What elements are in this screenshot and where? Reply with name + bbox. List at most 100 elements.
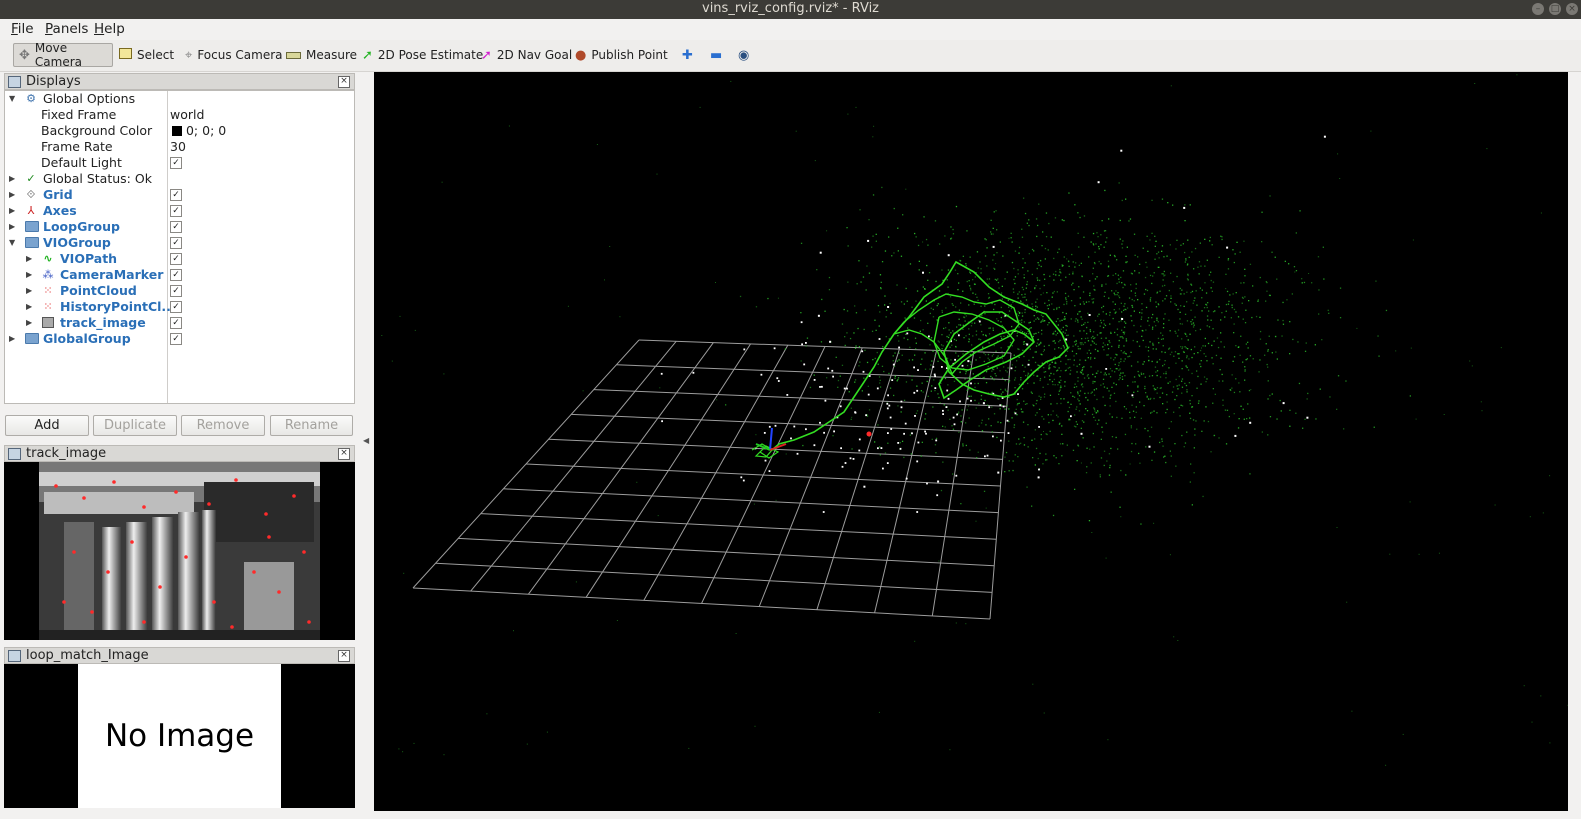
expand-arrow-icon[interactable]: ▼	[9, 235, 15, 251]
tree-row-track-image[interactable]: ▶ track_image ✓	[5, 315, 354, 331]
cloud-point	[879, 386, 882, 388]
cloud-point	[1049, 379, 1051, 381]
cameramarker-checkbox[interactable]: ✓	[170, 269, 182, 281]
menu-panels[interactable]: Panels	[45, 21, 88, 37]
tree-row-historypointcloud[interactable]: ▶ ⁙ HistoryPointCl... ✓	[5, 299, 354, 315]
maximize-button[interactable]: □	[1549, 3, 1561, 15]
globalgroup-checkbox[interactable]: ✓	[170, 333, 182, 345]
pointcloud-checkbox[interactable]: ✓	[170, 285, 182, 297]
scene-canvas[interactable]	[374, 72, 1568, 811]
viogroup-checkbox[interactable]: ✓	[170, 237, 182, 249]
view-options-button[interactable]: ◉	[733, 43, 759, 67]
tree-row-frame-rate[interactable]: Frame Rate 30	[5, 139, 354, 155]
publish-point-tool[interactable]: ● Publish Point	[570, 43, 673, 67]
tree-row-background-color[interactable]: Background Color 0; 0; 0	[5, 123, 354, 139]
2d-pose-estimate-tool[interactable]: ➚ 2D Pose Estimate	[357, 43, 488, 67]
minimize-button[interactable]: –	[1532, 3, 1544, 15]
close-icon[interactable]: ×	[338, 650, 350, 662]
grid-line	[458, 537, 995, 567]
cloud-point	[1006, 371, 1008, 373]
select-tool[interactable]: Select	[114, 43, 179, 67]
current-point	[935, 439, 938, 442]
cloud-point	[960, 503, 962, 505]
cloud-point	[1151, 328, 1154, 330]
cloud-point	[1158, 266, 1160, 268]
focus-camera-tool[interactable]: ⌖ Focus Camera	[180, 43, 288, 67]
cloud-point	[861, 390, 863, 392]
default-light-checkbox[interactable]: ✓	[170, 157, 182, 169]
cloud-point	[1389, 553, 1391, 555]
collapse-arrow-icon[interactable]: ▶	[9, 203, 15, 219]
viopath-checkbox[interactable]: ✓	[170, 253, 182, 265]
tree-row-viopath[interactable]: ▶ ∿ VIOPath ✓	[5, 251, 354, 267]
cloud-point	[1039, 259, 1042, 262]
cloud-point	[1042, 315, 1044, 318]
move-camera-tool[interactable]: ✥ Move Camera	[13, 41, 113, 69]
current-point	[1000, 439, 1002, 442]
collapse-dock-icon[interactable]: ◀	[363, 436, 369, 445]
collapse-arrow-icon[interactable]: ▶	[9, 187, 15, 203]
tree-row-default-light[interactable]: Default Light ✓	[5, 155, 354, 171]
tree-row-pointcloud[interactable]: ▶ ⁙ PointCloud ✓	[5, 283, 354, 299]
cloud-point	[1073, 289, 1075, 291]
tree-row-grid[interactable]: ▶ ⟐ Grid ✓	[5, 187, 354, 203]
tree-row-global-options[interactable]: ▼ ⚙ Global Options	[5, 91, 354, 107]
menu-help[interactable]: Help	[94, 21, 125, 37]
cloud-point	[967, 405, 969, 407]
current-point	[796, 452, 799, 455]
cloud-point	[1108, 297, 1110, 299]
collapse-arrow-icon[interactable]: ▶	[26, 283, 32, 299]
grid-checkbox[interactable]: ✓	[170, 189, 182, 201]
remove-button[interactable]: Remove	[181, 415, 265, 436]
cloud-point	[1139, 401, 1141, 403]
cloud-point	[977, 451, 979, 453]
cloud-point	[1156, 319, 1158, 321]
cloud-point	[855, 106, 857, 108]
tree-row-viogroup[interactable]: ▼ VIOGroup ✓	[5, 235, 354, 251]
cloud-point	[1093, 389, 1095, 391]
tree-row-axes[interactable]: ▶ ⅄ Axes ✓	[5, 203, 354, 219]
collapse-arrow-icon[interactable]: ▶	[9, 219, 15, 235]
cloud-point	[1044, 393, 1046, 395]
3d-render-view[interactable]	[374, 72, 1568, 811]
collapse-arrow-icon[interactable]: ▶	[9, 331, 15, 347]
cloud-point	[596, 144, 598, 145]
remove-tool-button[interactable]: ▬	[705, 43, 732, 67]
add-tool-button[interactable]: ✚	[677, 43, 703, 67]
collapse-arrow-icon[interactable]: ▶	[26, 299, 32, 315]
collapse-arrow-icon[interactable]: ▶	[26, 315, 32, 331]
duplicate-button[interactable]: Duplicate	[93, 415, 177, 436]
axes-checkbox[interactable]: ✓	[170, 205, 182, 217]
tree-row-loopgroup[interactable]: ▶ LoopGroup ✓	[5, 219, 354, 235]
cloud-point	[1116, 259, 1118, 261]
tree-row-globalgroup[interactable]: ▶ GlobalGroup ✓	[5, 331, 354, 347]
cloud-point	[1000, 321, 1002, 323]
tree-row-global-status[interactable]: ▶ ✓ Global Status: Ok	[5, 171, 354, 187]
add-button[interactable]: Add	[5, 415, 89, 436]
current-point	[947, 397, 950, 400]
tree-row-fixed-frame[interactable]: Fixed Frame world	[5, 107, 354, 123]
cloud-point	[1531, 721, 1533, 723]
loopgroup-checkbox[interactable]: ✓	[170, 221, 182, 233]
historypointcloud-checkbox[interactable]: ✓	[170, 301, 182, 313]
tree-row-cameramarker[interactable]: ▶ ⁂ CameraMarker ✓	[5, 267, 354, 283]
current-point	[1037, 476, 1040, 479]
track-image-checkbox[interactable]: ✓	[170, 317, 182, 329]
current-point	[967, 360, 970, 363]
close-icon[interactable]: ×	[338, 448, 350, 460]
expand-arrow-icon[interactable]: ▼	[9, 91, 15, 107]
cloud-point	[1152, 344, 1154, 346]
collapse-arrow-icon[interactable]: ▶	[9, 171, 15, 187]
collapse-arrow-icon[interactable]: ▶	[26, 267, 32, 283]
color-swatch	[172, 126, 182, 136]
menu-file[interactable]: File	[11, 21, 34, 37]
displays-tree[interactable]: ▼ ⚙ Global Options Fixed Frame world Bac…	[4, 90, 355, 404]
cloud-point	[1124, 303, 1126, 305]
2d-nav-goal-tool[interactable]: ➚ 2D Nav Goal	[476, 43, 577, 67]
collapse-arrow-icon[interactable]: ▶	[26, 251, 32, 267]
rename-button[interactable]: Rename	[270, 415, 353, 436]
close-icon[interactable]: ×	[338, 76, 350, 88]
close-window-button[interactable]: ×	[1566, 3, 1578, 15]
cloud-point	[1438, 552, 1440, 554]
measure-tool[interactable]: Measure	[281, 43, 362, 67]
